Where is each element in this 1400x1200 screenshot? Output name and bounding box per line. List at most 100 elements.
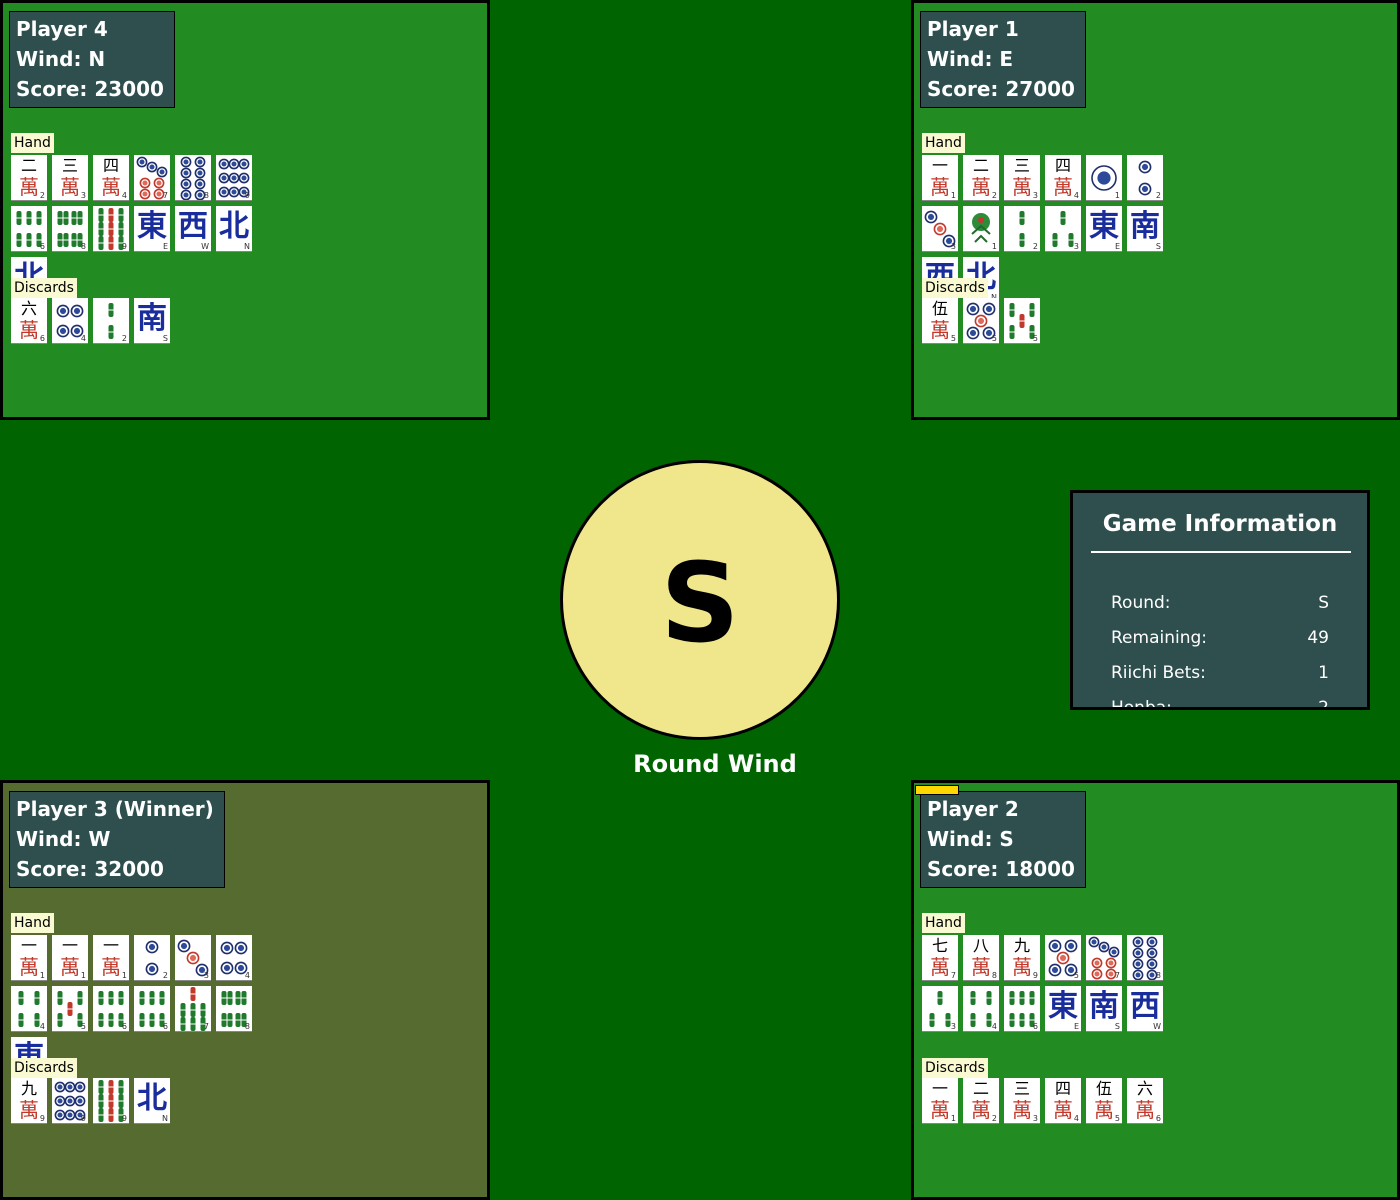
tile-index-label: 1 [121,971,127,980]
tile-index-label: E [162,242,168,251]
mahjong-tile-four-bamboo: 4 [963,986,999,1032]
mahjong-tile-five-bamboo: 5 [1004,298,1040,344]
mahjong-tile-eight-character: 八萬8 [963,935,999,981]
discards-label: Discards [922,1058,988,1078]
mahjong-tile-three-character: 三萬3 [1004,155,1040,201]
mahjong-tile-six-bamboo: 6 [134,986,170,1032]
mahjong-tile-nine-bamboo: 9 [93,1078,129,1124]
tile-index-label: 3 [1032,1114,1038,1123]
hand-label: Hand [922,913,965,933]
remaining-value: 49 [1307,628,1329,648]
tile-index-label: 1 [950,1114,956,1123]
hand-label: Hand [11,133,54,153]
mahjong-tile-four-character: 四萬4 [1045,155,1081,201]
tile-index-label: 5 [1114,1114,1120,1123]
player-name: Player 2 [927,797,1019,821]
mahjong-tile-four-circle: 4 [216,935,252,981]
mahjong-tile-east-wind: 東E [134,206,170,252]
tile-index-label: 2 [121,334,127,343]
mahjong-tile-east-wind: 東E [1086,206,1122,252]
player-name: Player 4 [16,17,108,41]
tile-index-label: 7 [162,191,168,200]
hand-label: Hand [922,133,965,153]
riichi-bets-label: Riichi Bets: [1111,663,1206,683]
round-wind-value: S [660,539,740,667]
mahjong-tile-seven-circle: 7 [1086,935,1122,981]
discards-label: Discards [11,278,77,298]
mahjong-tile-one-bamboo: 1 [963,206,999,252]
tile-index-label: 8 [203,191,209,200]
tile-index-label: 1 [80,971,86,980]
tile-index-label: 9 [39,1114,45,1123]
mahjong-tile-nine-circle: 9 [52,1078,88,1124]
tile-index-label: 2 [1155,191,1161,200]
honba-value: 2 [1318,698,1329,710]
tile-index-label: N [162,1114,168,1123]
mahjong-tile-four-character: 四萬4 [1045,1078,1081,1124]
tile-index-label: 4 [121,191,127,200]
mahjong-tile-four-character: 四萬4 [93,155,129,201]
player-info: Player 2 Wind: S Score: 18000 [920,791,1086,888]
mahjong-tile-eight-bamboo: 8 [52,206,88,252]
player-4-area: Player 4 Wind: N Score: 23000 Hand 二萬2三萬… [0,0,490,420]
mahjong-tile-seven-bamboo: 7 [175,986,211,1032]
tile-index-label: 9 [1032,971,1038,980]
mahjong-tile-north-wind: 北N [134,1078,170,1124]
tile-index-label: 5 [950,334,956,343]
mahjong-tile-three-circle: 3 [922,206,958,252]
mahjong-tile-three-character: 三萬3 [1004,1078,1040,1124]
tile-index-label: 2 [991,191,997,200]
tile-index-label: 3 [80,191,86,200]
tile-index-label: 5 [1073,971,1079,980]
mahjong-tile-three-circle: 3 [175,935,211,981]
riichi-stick-icon [915,785,959,795]
mahjong-tile-nine-character: 九萬9 [11,1078,47,1124]
tile-index-label: 6 [39,334,45,343]
mahjong-tile-nine-circle: 9 [216,155,252,201]
tile-index-label: 7 [203,1022,209,1031]
mahjong-tile-one-character: 一萬1 [11,935,47,981]
round-label: Round: [1111,593,1171,613]
mahjong-tile-four-bamboo: 4 [11,986,47,1032]
tile-index-label: 8 [991,971,997,980]
mahjong-tile-two-circle: 2 [134,935,170,981]
honba-label: Honba: [1111,698,1172,710]
discards-label: Discards [11,1058,77,1078]
tile-index-label: S [1155,242,1161,251]
mahjong-tile-north-wind: 北N [216,206,252,252]
tile-index-label: 8 [244,1022,250,1031]
mahjong-tile-six-bamboo: 6 [1004,986,1040,1032]
tile-index-label: 5 [80,1022,86,1031]
honba-row: Honba: 2 [1111,696,1329,710]
mahjong-tile-eight-bamboo: 8 [216,986,252,1032]
player-3-area: Player 3 (Winner) Wind: W Score: 32000 H… [0,780,490,1200]
mahjong-tile-south-wind: 南S [134,298,170,344]
tile-index-label: 4 [80,334,86,343]
tile-index-label: 1 [950,191,956,200]
mahjong-tile-one-circle: 1 [1086,155,1122,201]
mahjong-tile-west-wind: 西W [175,206,211,252]
player-score: Score: 27000 [927,77,1075,101]
tile-index-label: 3 [203,971,209,980]
remaining-label: Remaining: [1111,628,1207,648]
mahjong-tile-two-bamboo: 2 [1004,206,1040,252]
mahjong-tile-three-bamboo: 3 [922,986,958,1032]
game-information-panel: Game Information Round: S Remaining: 49 Ri… [1070,490,1370,710]
tile-index-label: 4 [244,971,250,980]
player-score: Score: 18000 [927,857,1075,881]
hand-label: Hand [11,913,54,933]
mahjong-tile-two-circle: 2 [1127,155,1163,201]
mahjong-tile-six-character: 六萬6 [11,298,47,344]
player-score: Score: 23000 [16,77,164,101]
tile-index-label: 6 [162,1022,168,1031]
round-wind-label: Round Wind [633,750,797,778]
player-1-area: Player 1 Wind: E Score: 27000 Hand 一萬1二萬… [911,0,1400,420]
riichi-bets-value: 1 [1318,663,1329,683]
tile-index-label: 3 [950,1022,956,1031]
mahjong-tile-one-character: 一萬1 [93,935,129,981]
tile-index-label: 9 [121,1114,127,1123]
round-wind-indicator: S [560,460,840,740]
round-row: Round: S [1111,591,1329,615]
tile-index-label: 6 [1032,1022,1038,1031]
tile-index-label: 6 [121,1022,127,1031]
